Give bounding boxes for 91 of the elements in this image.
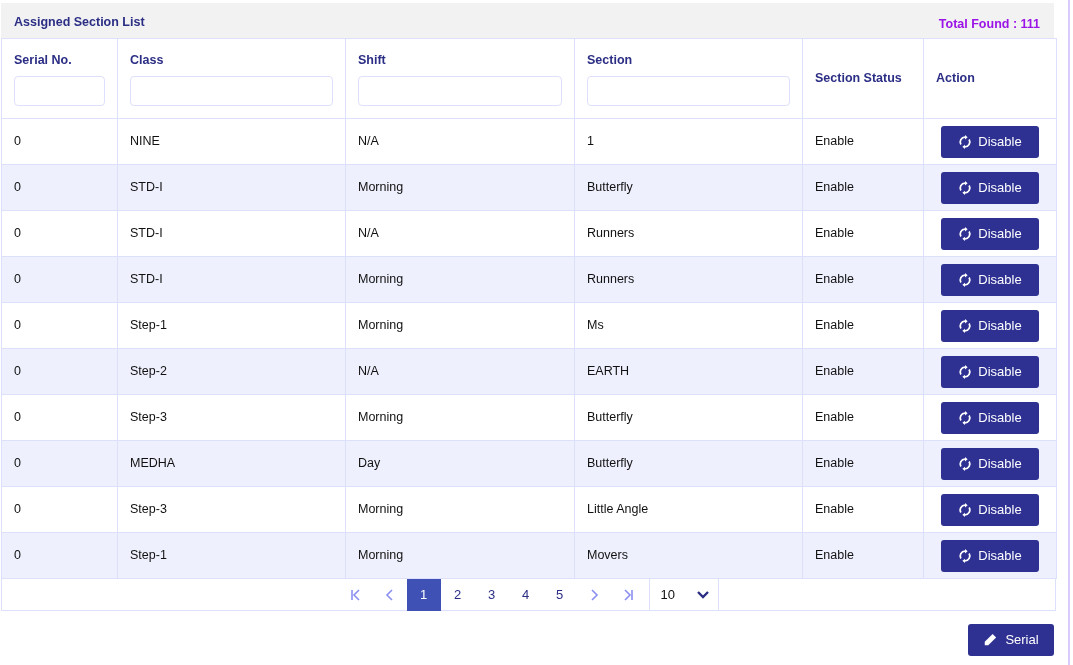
table-cell: Runners — [574, 256, 803, 303]
table-cell: Step-2 — [117, 348, 346, 395]
table-cell: N/A — [345, 118, 575, 165]
panel-title: Assigned Section List — [14, 14, 145, 31]
table-cell: 0 — [1, 532, 118, 579]
filter-field[interactable] — [14, 75, 105, 106]
disable-button[interactable]: Disable — [941, 125, 1039, 158]
table-cell: Step-3 — [117, 394, 346, 441]
table-cell: MEDHA — [117, 440, 346, 487]
table-cell: 1 — [574, 118, 803, 165]
column-header: Action — [936, 70, 975, 88]
column-header: Serial No. — [14, 52, 72, 70]
column-header: Section — [587, 52, 633, 70]
table-cell: Enable — [802, 118, 924, 165]
disable-button[interactable]: Disable — [941, 171, 1039, 204]
table-cell: Little Angle — [574, 486, 803, 533]
chevron-down-icon — [695, 589, 710, 600]
table-cell: Day — [345, 440, 575, 487]
refresh-icon — [958, 180, 973, 195]
table-cell: Morning — [345, 164, 575, 211]
table-cell: Butterfly — [574, 394, 803, 441]
page-button[interactable]: 4 — [508, 579, 543, 611]
disable-button[interactable]: Disable — [941, 263, 1039, 296]
disable-button[interactable]: Disable — [941, 217, 1039, 250]
column-header: Section Status — [815, 70, 902, 88]
table-cell: STD-I — [117, 256, 346, 303]
disable-button[interactable]: Disable — [941, 539, 1039, 572]
disable-button[interactable]: Disable — [941, 309, 1039, 342]
table-cell: 0 — [1, 394, 118, 441]
table-cell: Enable — [802, 532, 924, 579]
refresh-icon — [958, 272, 973, 287]
pencil-icon — [983, 633, 998, 647]
refresh-icon — [958, 456, 973, 471]
table-cell: Enable — [802, 210, 924, 257]
table-cell: Step-1 — [117, 532, 346, 579]
table-cell: STD-I — [117, 164, 346, 211]
page-button[interactable]: 1 — [406, 579, 441, 611]
table-cell: Morning — [345, 302, 575, 349]
table-cell: Butterfly — [574, 440, 803, 487]
table-cell: Morning — [345, 486, 575, 533]
disable-button[interactable]: Disable — [941, 401, 1039, 434]
filter-field[interactable] — [130, 75, 333, 106]
table-cell: 0 — [1, 440, 118, 487]
table-cell: N/A — [345, 210, 575, 257]
total-count: Total Found : 111 — [938, 16, 1040, 33]
disable-button[interactable]: Disable — [941, 355, 1039, 388]
table-cell: Ms — [574, 302, 803, 349]
page-button[interactable]: 5 — [542, 579, 577, 611]
table-cell: Enable — [802, 394, 924, 441]
table-cell: STD-I — [117, 210, 346, 257]
disable-button[interactable]: Disable — [941, 447, 1039, 480]
table-cell: 0 — [1, 164, 118, 211]
filter-field[interactable] — [587, 75, 790, 106]
table-cell: Enable — [802, 486, 924, 533]
page-size-select[interactable]: 10 — [648, 579, 719, 610]
table-cell: Movers — [574, 532, 803, 579]
table-cell: 0 — [1, 256, 118, 303]
page-button[interactable]: 3 — [474, 579, 509, 611]
column-header: Shift — [358, 52, 386, 70]
table-cell: Enable — [802, 440, 924, 487]
filter-field[interactable] — [358, 75, 562, 106]
table-cell: 0 — [1, 348, 118, 395]
disable-button[interactable]: Disable — [941, 493, 1039, 526]
table-cell: Enable — [802, 302, 924, 349]
table-cell: 0 — [1, 118, 118, 165]
table-cell: Morning — [345, 532, 575, 579]
table-cell: N/A — [345, 348, 575, 395]
refresh-icon — [958, 134, 973, 149]
table-cell: Morning — [345, 394, 575, 441]
serial-button[interactable]: Serial — [968, 624, 1054, 656]
table-cell: 0 — [1, 486, 118, 533]
refresh-icon — [958, 410, 973, 425]
refresh-icon — [958, 502, 973, 517]
refresh-icon — [958, 364, 973, 379]
table-cell: Butterfly — [574, 164, 803, 211]
table-cell: Step-3 — [117, 486, 346, 533]
table-cell: Enable — [802, 256, 924, 303]
table-cell: Runners — [574, 210, 803, 257]
table-cell: Step-1 — [117, 302, 346, 349]
column-header: Class — [130, 52, 164, 70]
refresh-icon — [958, 318, 973, 333]
page-button[interactable]: 2 — [440, 579, 475, 611]
table-cell: 0 — [1, 210, 118, 257]
table-cell: NINE — [117, 118, 346, 165]
table-cell: Enable — [802, 348, 924, 395]
table-cell: Enable — [802, 164, 924, 211]
table-cell: EARTH — [574, 348, 803, 395]
refresh-icon — [958, 548, 973, 563]
table-cell: Morning — [345, 256, 575, 303]
refresh-icon — [958, 226, 973, 241]
table-cell: 0 — [1, 302, 118, 349]
